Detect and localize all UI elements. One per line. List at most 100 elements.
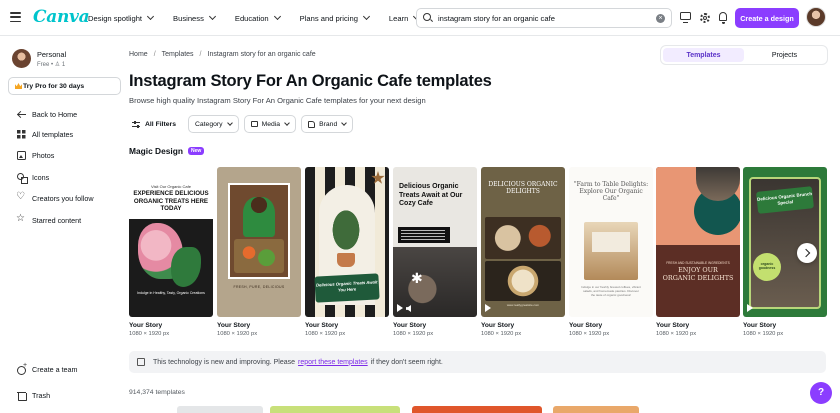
card-size: 1080 × 1920 px (305, 331, 346, 337)
add-team-icon (17, 362, 27, 375)
card-size: 1080 × 1920 px (743, 331, 784, 337)
brand-dropdown[interactable]: Brand (301, 115, 354, 133)
preview-text: FRESH, PURE, DELICIOUS (233, 285, 285, 289)
create-design-button[interactable]: Create a design (735, 8, 799, 28)
media-icon (250, 121, 258, 127)
tab-templates[interactable]: Templates (663, 48, 744, 62)
search-input[interactable] (438, 13, 652, 23)
template-card[interactable]: FRESH AND SUSTAINABLE INGREDIENTS ENJOY … (656, 167, 740, 337)
category-dropdown[interactable]: Category (187, 115, 239, 133)
card-size: 1080 × 1920 px (569, 331, 610, 337)
card-title: Your Story (217, 322, 251, 329)
template-thumbnail: Delicious Organic Treats Await You Here (305, 167, 389, 317)
sidebar-item-starred[interactable]: Starred content (16, 213, 122, 227)
clear-search-icon[interactable]: × (656, 14, 665, 23)
star-shape-icon (371, 171, 385, 184)
card-size: 1080 × 1920 px (217, 331, 258, 337)
chevron-down-icon (208, 12, 216, 21)
media-dropdown[interactable]: Media (243, 115, 297, 133)
template-thumbnail: DELICIOUS ORGANIC DELIGHTS www.reallygre… (481, 167, 565, 317)
preview-text: organic goodness (753, 253, 781, 281)
preview-text: Indulge in Healthy, Tasty, Organic Creat… (137, 291, 205, 295)
preview-text: Delicious Organic Treats Await You Here (314, 273, 380, 303)
nav-business[interactable]: Business (165, 7, 223, 29)
sidebar-item-label: All templates (32, 129, 74, 139)
sidebar-item-photos[interactable]: Photos (17, 148, 122, 162)
preview-text: DELICIOUS ORGANIC DELIGHTS (488, 181, 558, 195)
feedback-notice: This technology is new and improving. Pl… (129, 351, 826, 373)
template-card[interactable]: Delicious Organic Treats Await at Our Co… (393, 167, 477, 337)
sidebar-item-label: Back to Home (32, 109, 78, 119)
card-title: Your Story (481, 322, 515, 329)
notice-text: This technology is new and improving. Pl… (153, 358, 296, 366)
search-bar: × (416, 8, 672, 28)
crown-icon (15, 83, 22, 89)
play-icon[interactable] (397, 304, 403, 312)
carousel-next-button[interactable] (797, 243, 817, 263)
sidebar-item-trash[interactable]: Trash (17, 388, 122, 402)
sidebar-item-create-team[interactable]: Create a team (17, 362, 122, 376)
new-badge: New (187, 147, 205, 155)
templates-projects-toggle: Templates Projects (660, 45, 828, 65)
nav-plans-pricing[interactable]: Plans and pricing (292, 7, 377, 29)
search-icon[interactable] (423, 13, 433, 23)
magic-design-heading: Magic Design New (129, 146, 205, 156)
nav-design-spotlight[interactable]: Design spotlight (80, 7, 161, 29)
template-card[interactable]: "Farm to Table Delights: Explore Our Org… (569, 167, 653, 337)
nav-label: Business (173, 13, 204, 23)
sidebar-item-back-home[interactable]: Back to Home (17, 107, 122, 121)
template-card[interactable]: DELICIOUS ORGANIC DELIGHTS www.reallygre… (481, 167, 565, 337)
desktop-app-icon[interactable] (679, 11, 693, 25)
tab-projects[interactable]: Projects (744, 48, 825, 62)
template-thumbnail: Delicious Organic Treats Await at Our Co… (393, 167, 477, 317)
breadcrumb-templates[interactable]: Templates (162, 51, 194, 58)
bell-icon[interactable] (716, 11, 730, 25)
report-templates-link[interactable]: report these templates (298, 359, 368, 366)
avatar[interactable] (806, 7, 826, 27)
sliders-icon (132, 120, 140, 128)
template-card[interactable]: Delicious Organic Treats Await You Here … (305, 167, 389, 337)
chevron-down-icon (226, 120, 233, 126)
nav-label: Plans and pricing (299, 13, 358, 23)
nav-label: Design spotlight (88, 13, 143, 23)
page-title: Instagram Story For An Organic Cafe temp… (129, 72, 492, 90)
template-preview-peek[interactable] (553, 406, 639, 413)
photo-icon (17, 150, 26, 160)
main-nav: Design spotlight Business Education Plan… (80, 0, 431, 36)
nav-label: Learn (388, 13, 409, 23)
help-button[interactable]: ? (810, 382, 832, 404)
card-title: Your Story (569, 322, 603, 329)
template-preview-peek[interactable] (177, 406, 263, 413)
breadcrumb-separator: / (153, 51, 156, 58)
try-pro-button[interactable]: Try Pro for 30 days (8, 77, 121, 95)
preview-text: EXPERIENCE DELICIOUS ORGANIC TREATS HERE… (133, 190, 209, 212)
sidebar-item-label: Photos (32, 150, 55, 160)
preview-text: Delicious Organic Treats Await at Our Co… (399, 183, 463, 207)
breadcrumb-home[interactable]: Home (129, 51, 148, 58)
template-card[interactable]: FRESH, PURE, DELICIOUS Your Story 1080 ×… (217, 167, 301, 337)
template-preview-peek[interactable] (412, 406, 542, 413)
preview-text: ENJOY OUR ORGANIC DELIGHTS (662, 266, 734, 282)
template-thumbnail: Visit Our Organic Cafe EXPERIENCE DELICI… (129, 167, 213, 317)
template-carousel: Visit Our Organic Cafe EXPERIENCE DELICI… (129, 167, 829, 343)
nav-education[interactable]: Education (227, 7, 288, 29)
card-size: 1080 × 1920 px (129, 331, 170, 337)
top-bar: Canva Design spotlight Business Educatio… (0, 0, 840, 36)
all-filters-button[interactable]: All Filters (129, 115, 183, 133)
sidebar-item-icons[interactable]: Icons (17, 170, 122, 184)
filter-label: Brand (319, 120, 338, 128)
gear-icon[interactable] (698, 11, 712, 25)
sidebar-item-all-templates[interactable]: All templates (17, 127, 122, 141)
sidebar-item-creators[interactable]: Creators you follow (16, 191, 122, 205)
star-icon (16, 213, 26, 225)
template-thumbnail: FRESH AND SUSTAINABLE INGREDIENTS ENJOY … (656, 167, 740, 317)
account-switcher[interactable]: Personal Free • ♙ 1 (12, 49, 66, 68)
play-icon[interactable] (485, 304, 491, 312)
brand-icon (308, 120, 316, 128)
main-content: Home / Templates / Instagram story for a… (129, 37, 840, 413)
menu-icon[interactable] (10, 12, 21, 22)
template-card[interactable]: Visit Our Organic Cafe EXPERIENCE DELICI… (129, 167, 213, 337)
account-plan: Free • ♙ 1 (37, 61, 66, 68)
play-icon[interactable] (747, 304, 753, 312)
template-preview-peek[interactable] (270, 406, 400, 413)
